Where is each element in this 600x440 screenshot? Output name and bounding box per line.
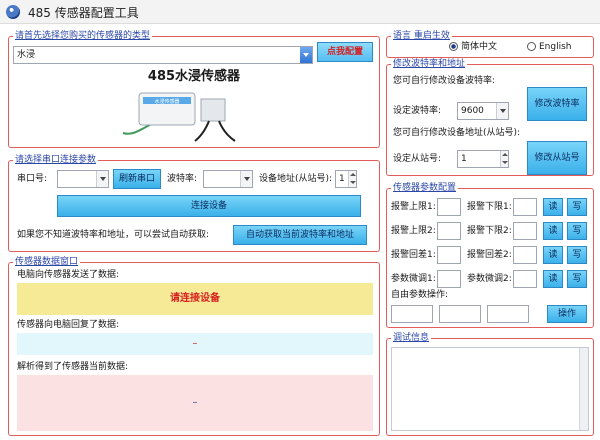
set-baud-select[interactable]: 9600 (457, 102, 509, 120)
param-label-1: 报警上限1: (391, 202, 436, 212)
parsed-data-value: – (192, 397, 198, 408)
app-icon (6, 5, 20, 19)
set-baud-value: 9600 (461, 106, 484, 116)
probe-cable-2 (218, 120, 236, 142)
radio-unselected-icon[interactable] (527, 42, 536, 51)
modify-baud-button[interactable]: 修改波特率 (527, 87, 587, 121)
connect-prompt: 请连接设备 (170, 293, 220, 304)
address-hint: 您可自行修改设备地址(从站号): (393, 128, 521, 138)
refresh-ports-button[interactable]: 刷新串口 (113, 169, 161, 189)
language-legend: 语言 重启生效 (391, 30, 452, 42)
baud-select[interactable] (203, 170, 253, 188)
baud-address-group: 修改波特率和地址 您可自行修改设备波特率: 设定波特率: 9600 修改波特率 … (386, 58, 594, 176)
set-baud-label: 设定波特率: (393, 106, 442, 116)
language-label-zh: 简体中文 (461, 42, 498, 52)
sensor-bracket (200, 98, 226, 122)
reply-data-panel: – (17, 333, 373, 355)
param-read-button[interactable]: 读 (543, 198, 563, 216)
connect-device-button[interactable]: 连接设备 (57, 195, 361, 217)
param-write-button[interactable]: 写 (567, 246, 587, 264)
sent-data-label: 电脑向传感器发送了数据: (17, 270, 120, 280)
param-read-button[interactable]: 读 (543, 246, 563, 264)
param-label-8: 参数微调2: (467, 274, 512, 284)
modify-address-button[interactable]: 修改从站号 (527, 141, 587, 175)
spinner-arrows-icon[interactable] (348, 171, 356, 187)
param-input-5[interactable] (437, 246, 461, 264)
param-read-button[interactable]: 读 (543, 222, 563, 240)
address-spinner[interactable]: 1 (335, 170, 357, 188)
param-read-button[interactable]: 读 (543, 270, 563, 288)
chevron-down-icon[interactable] (496, 103, 508, 119)
custom-param-input-1[interactable] (391, 305, 433, 323)
chevron-down-icon[interactable] (96, 171, 108, 187)
set-address-label: 设定从站号: (393, 154, 442, 164)
param-input-2[interactable] (513, 198, 537, 216)
reply-data-label: 传感器向电脑回复了数据: (17, 320, 120, 330)
reply-data-value: – (192, 338, 198, 349)
param-input-1[interactable] (437, 198, 461, 216)
sensor-type-selected: 水浸 (17, 50, 36, 60)
param-label-6: 报警回差2: (467, 250, 512, 260)
param-label-2: 报警下限1: (467, 202, 512, 212)
param-label-5: 报警回差1: (391, 250, 436, 260)
language-label-en: English (539, 42, 572, 52)
probe-cable-1 (194, 120, 210, 142)
address-value: 1 (339, 174, 345, 184)
param-input-4[interactable] (513, 222, 537, 240)
serial-connection-group: 请选择串口连接参数 串口号: 刷新串口 波特率: 设备地址(从站号): 1 连接… (8, 154, 380, 252)
custom-operate-button[interactable]: 操作 (547, 305, 587, 323)
baud-label: 波特率: (167, 174, 198, 184)
chevron-down-icon[interactable] (300, 47, 312, 63)
scrollbar[interactable] (579, 348, 588, 430)
debug-log-area[interactable] (391, 347, 589, 431)
set-address-spinner[interactable]: 1 (457, 150, 509, 168)
data-window-group: 传感器数据窗口 电脑向传感器发送了数据: 请连接设备 传感器向电脑回复了数据: … (8, 256, 380, 436)
param-config-group: 传感器参数配置 报警上限1: 报警下限1: 读 写 报警上限2: 报警下限2: … (386, 182, 594, 328)
custom-param-input-2[interactable] (439, 305, 481, 323)
chevron-down-icon[interactable] (240, 171, 252, 187)
param-input-3[interactable] (437, 222, 461, 240)
param-write-button[interactable]: 写 (567, 270, 587, 288)
title-bar: 485 传感器配置工具 (0, 0, 600, 24)
window-title: 485 传感器配置工具 (28, 6, 139, 20)
baud-hint: 您可自行修改设备波特率: (393, 76, 496, 86)
debug-group: 调试信息 (386, 332, 594, 436)
param-legend: 传感器参数配置 (391, 182, 459, 194)
port-label: 串口号: (17, 174, 48, 184)
configure-button[interactable]: 点我配置 (317, 42, 373, 62)
sensor-device-caption: 水浸传感器 (154, 98, 179, 105)
language-group: 语言 重启生效 简体中文 English (386, 30, 594, 58)
auto-detect-button[interactable]: 自动获取当前波特率和地址 (233, 225, 367, 245)
sensor-type-group: 请首先选择您购买的传感器的类型 水浸 点我配置 485水浸传感器 水浸传感器 (8, 30, 380, 148)
data-window-legend: 传感器数据窗口 (13, 256, 81, 268)
param-input-6[interactable] (513, 246, 537, 264)
spinner-arrows-icon[interactable] (500, 151, 508, 167)
parsed-data-label: 解析得到了传感器当前数据: (17, 362, 129, 372)
param-label-7: 参数微调1: (391, 274, 436, 284)
sensor-type-select[interactable]: 水浸 (13, 46, 313, 64)
sensor-name: 485水浸传感器 (147, 69, 241, 84)
auto-detect-hint: 如果您不知道波特率和地址，可以尝试自动获取: (17, 230, 210, 240)
custom-param-label: 自由参数操作: (391, 290, 449, 300)
sensor-type-legend: 请首先选择您购买的传感器的类型 (13, 30, 153, 42)
radio-selected-icon[interactable] (449, 42, 458, 51)
port-select[interactable] (57, 170, 109, 188)
param-label-4: 报警下限2: (467, 226, 512, 236)
param-input-7[interactable] (437, 270, 461, 288)
serial-legend: 请选择串口连接参数 (13, 154, 99, 166)
param-write-button[interactable]: 写 (567, 198, 587, 216)
custom-param-input-3[interactable] (487, 305, 529, 323)
address-label: 设备地址(从站号): (259, 174, 333, 184)
param-write-button[interactable]: 写 (567, 222, 587, 240)
parsed-data-panel: – (17, 375, 373, 431)
debug-legend: 调试信息 (391, 332, 432, 344)
sensor-device-image: 水浸传感器 (122, 92, 236, 142)
param-label-3: 报警上限2: (391, 226, 436, 236)
sent-data-panel: 请连接设备 (17, 283, 373, 315)
baud-address-legend: 修改波特率和地址 (391, 58, 468, 70)
set-address-value: 1 (461, 154, 467, 164)
param-input-8[interactable] (513, 270, 537, 288)
